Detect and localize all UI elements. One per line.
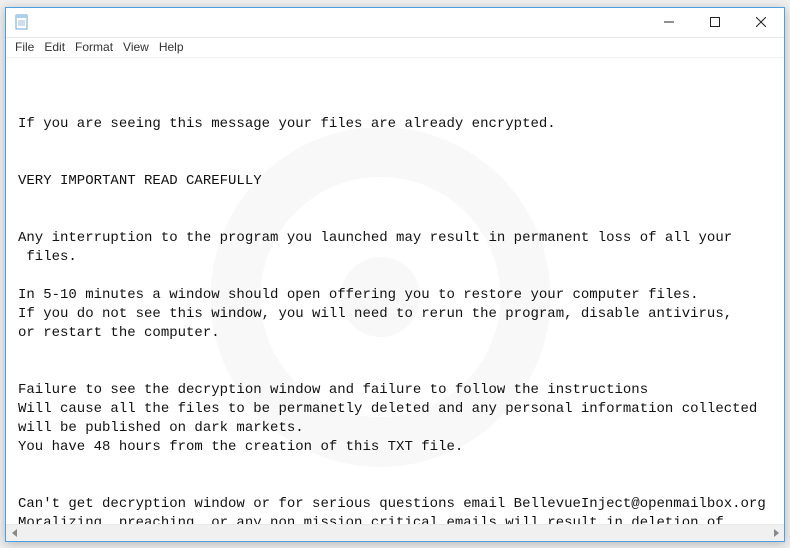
menubar: File Edit Format View Help xyxy=(6,38,784,58)
line: Any interruption to the program you laun… xyxy=(18,230,732,246)
line: Will cause all the files to be permanetl… xyxy=(18,401,757,417)
notepad-window: File Edit Format View Help If you are se… xyxy=(5,7,785,542)
line: Can't get decryption window or for serio… xyxy=(18,496,766,512)
close-button[interactable] xyxy=(738,8,784,37)
menu-format[interactable]: Format xyxy=(70,39,118,55)
line: You have 48 hours from the creation of t… xyxy=(18,439,463,455)
window-controls xyxy=(646,8,784,37)
menu-help[interactable]: Help xyxy=(154,39,189,55)
maximize-button[interactable] xyxy=(692,8,738,37)
line: Moralizing, preaching, or any non missio… xyxy=(18,515,724,524)
line: or restart the computer. xyxy=(18,325,220,341)
line: will be published on dark markets. xyxy=(18,420,304,436)
line: files. xyxy=(18,249,77,265)
menu-edit[interactable]: Edit xyxy=(39,39,70,55)
line: In 5-10 minutes a window should open off… xyxy=(18,287,699,303)
text-area[interactable]: If you are seeing this message your file… xyxy=(6,58,784,524)
scroll-right-arrow[interactable] xyxy=(767,524,784,541)
line: If you are seeing this message your file… xyxy=(18,116,556,132)
line: Failure to see the decryption window and… xyxy=(18,382,648,398)
line: VERY IMPORTANT READ CAREFULLY xyxy=(18,173,262,189)
notepad-icon xyxy=(14,14,30,30)
horizontal-scrollbar[interactable] xyxy=(6,524,784,541)
titlebar[interactable] xyxy=(6,8,784,38)
minimize-button[interactable] xyxy=(646,8,692,37)
menu-file[interactable]: File xyxy=(10,39,39,55)
line: If you do not see this window, you will … xyxy=(18,306,732,322)
menu-view[interactable]: View xyxy=(118,39,154,55)
document-text: If you are seeing this message your file… xyxy=(18,115,772,524)
scroll-left-arrow[interactable] xyxy=(6,524,23,541)
